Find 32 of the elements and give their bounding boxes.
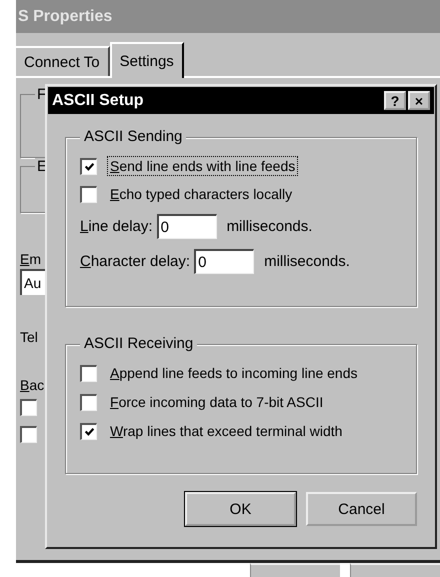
field-label: Tel [20, 329, 38, 345]
checkbox-label[interactable]: Echo typed characters locally [107, 184, 296, 204]
checkmark-icon [84, 161, 94, 172]
checkbox-label[interactable]: Send line ends with line feeds [107, 156, 298, 176]
close-button[interactable]: × [408, 91, 430, 110]
checkmark-icon [84, 426, 94, 437]
field-label: Line delay: [80, 218, 153, 235]
checkbox-label[interactable]: Append line feeds to incoming line ends [107, 363, 361, 383]
unit-label: milliseconds. [264, 253, 350, 270]
checkbox[interactable] [80, 186, 97, 202]
checkbox[interactable] [80, 422, 97, 440]
field-label: Bac [20, 377, 44, 393]
checkbox[interactable] [80, 158, 97, 174]
input-field[interactable]: 0 [194, 249, 254, 274]
checkbox[interactable] [80, 394, 97, 410]
unit-label: milliseconds. [226, 218, 312, 235]
tab[interactable]: Settings [110, 42, 184, 78]
group-legend: ASCII Sending [80, 128, 186, 145]
dialog-title: ASCII Setup [52, 92, 145, 110]
cancel-button[interactable]: Cancel [306, 492, 417, 526]
field-label: Character delay: [80, 253, 190, 270]
window-title: S Properties [16, 0, 440, 33]
checkbox-label[interactable]: Force incoming data to 7-bit ASCII [107, 392, 326, 412]
checkbox-label[interactable]: Wrap lines that exceed terminal width [107, 421, 346, 441]
field-label: Em [20, 251, 42, 267]
group-legend: ASCII Receiving [80, 335, 198, 352]
input-field[interactable]: 0 [156, 214, 217, 239]
help-button[interactable]: ? [384, 91, 406, 110]
checkbox[interactable] [20, 426, 37, 443]
checkbox[interactable] [20, 399, 37, 416]
checkbox[interactable] [80, 364, 97, 382]
ok-button[interactable]: OK [185, 492, 296, 526]
